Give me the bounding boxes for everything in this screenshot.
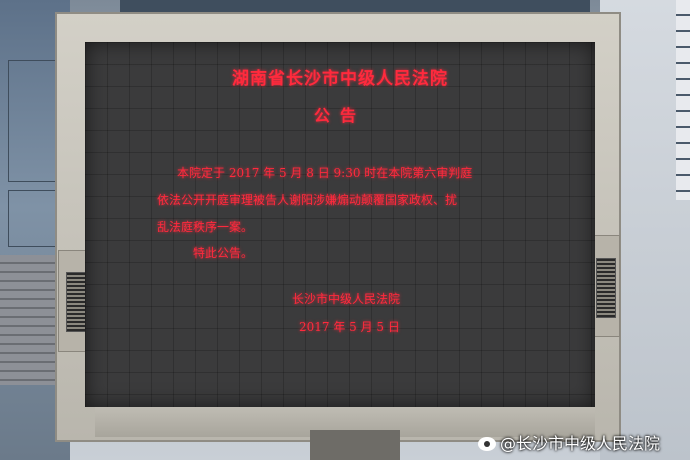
notice-line-2: 依法公开开庭审理被告人谢阳涉嫌煽动颠覆国家政权、扰 [157,193,458,207]
background-window-column [676,0,690,200]
notice-line-3: 乱法庭秩序一案。 [157,220,254,234]
vent-grille-left [66,272,86,332]
led-display-screen: 湖南省长沙市中级人民法院 公告 本院定于 2017 年 5 月 8 日 9:30… [85,42,595,407]
watermark-text: @长沙市中级人民法院 [500,434,661,453]
vent-grille-right [596,258,616,318]
weibo-icon [478,437,496,451]
notice-heading: 公告 [313,106,366,125]
notice-date: 2017 年 5 月 5 日 [299,320,400,334]
notice-line-4: 特此公告。 [193,246,254,260]
notice-signature: 长沙市中级人民法院 [292,292,401,306]
notice-line-1: 本院定于 2017 年 5 月 8 日 9:30 时在本院第六审判庭 [177,166,473,180]
court-title: 湖南省长沙市中级人民法院 [232,69,448,89]
weibo-watermark: @长沙市中级人民法院 [478,430,660,454]
sign-stand [310,430,400,460]
